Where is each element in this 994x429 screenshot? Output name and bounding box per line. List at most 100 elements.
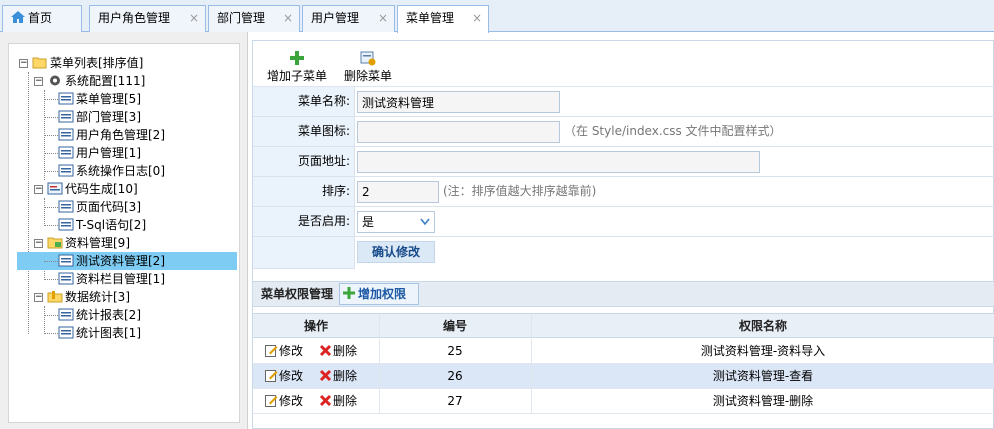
tree-guide	[44, 171, 58, 172]
tree-label: 测试资料管理[2]	[76, 254, 165, 268]
add-child-menu-label: 增加子菜单	[266, 69, 327, 83]
table-row: 修改 删除 25 测试资料管理-资料导入	[253, 339, 994, 364]
enabled-select-value: 是	[362, 215, 375, 229]
delete-icon	[319, 369, 332, 382]
add-permission-button[interactable]: 增加权限	[339, 283, 419, 305]
tab-user[interactable]: 用户管理 ×	[302, 5, 395, 32]
delete-link[interactable]: 删除	[319, 389, 357, 413]
delete-icon	[319, 344, 332, 357]
edit-link[interactable]: 修改	[265, 339, 303, 363]
page-icon	[58, 92, 74, 105]
page-icon	[58, 128, 74, 141]
delete-link[interactable]: 删除	[319, 339, 357, 363]
edit-label: 修改	[279, 394, 304, 408]
tree-guide	[44, 306, 45, 334]
tree-label: 资料栏目管理[1]	[76, 272, 165, 286]
permission-id: 27	[447, 394, 463, 408]
tree-node-group[interactable]: − 数据统计[3]	[31, 288, 231, 306]
tab-menu[interactable]: 菜单管理 ×	[397, 5, 489, 33]
page-url-input[interactable]	[357, 151, 760, 173]
tree-label: 菜单列表[排序值]	[50, 56, 144, 70]
collapse-icon[interactable]: −	[34, 185, 43, 194]
add-child-menu-button[interactable]: 增加子菜单	[265, 49, 329, 84]
tree-guide	[44, 207, 58, 208]
tree-node-group[interactable]: − 资料管理[9]	[31, 234, 231, 252]
add-permission-label: 增加权限	[358, 287, 407, 301]
edit-icon	[265, 345, 278, 357]
tree-node-leaf[interactable]: 菜单管理[5]	[44, 90, 237, 108]
tab-label: 菜单管理	[406, 11, 455, 25]
tree-label: 统计报表[2]	[76, 308, 141, 322]
permission-header: 菜单权限管理 增加权限	[253, 281, 994, 307]
delete-menu-button[interactable]: 删除菜单	[341, 49, 395, 84]
tree-node-leaf[interactable]: T-Sql语句[2]	[44, 216, 237, 234]
tree-guide	[44, 225, 58, 226]
delete-label: 删除	[333, 344, 358, 358]
tree-node-leaf[interactable]: 统计报表[2]	[44, 306, 237, 324]
confirm-edit-button[interactable]: 确认修改	[357, 241, 435, 263]
close-icon[interactable]: ×	[283, 6, 293, 31]
tab-user-role[interactable]: 用户角色管理 ×	[89, 5, 206, 32]
menu-icon-hint: （在 Style/index.css 文件中配置样式）	[564, 124, 782, 138]
tree-label: 系统操作日志[0]	[76, 164, 165, 178]
chart-folder-icon	[47, 291, 63, 303]
page-icon	[58, 164, 74, 177]
edit-link[interactable]: 修改	[265, 364, 303, 388]
tree-label: 资料管理[9]	[65, 236, 130, 250]
form-row-name: 菜单名称:	[253, 87, 994, 117]
tree-guide	[44, 261, 58, 262]
menu-icon-label: 菜单图标:	[253, 117, 355, 146]
collapse-icon[interactable]: −	[34, 239, 43, 248]
tree-node-root[interactable]: − 菜单列表[排序值]	[15, 54, 215, 72]
toolbar: 增加子菜单 删除菜单	[253, 41, 994, 87]
close-icon[interactable]: ×	[378, 6, 388, 31]
tree-node-leaf[interactable]: 部门管理[3]	[44, 108, 237, 126]
enabled-select[interactable]: 是	[357, 211, 435, 233]
tab-department[interactable]: 部门管理 ×	[208, 5, 300, 32]
form-row-sort: 排序: (注：排序值越大排序越靠前)	[253, 177, 994, 207]
tab-home[interactable]: 首页	[2, 5, 82, 32]
tree-label: 用户管理[1]	[76, 146, 141, 160]
edit-link[interactable]: 修改	[265, 389, 303, 413]
tree-guide	[44, 153, 58, 154]
plus-icon	[343, 287, 355, 299]
tree-guide	[44, 198, 45, 226]
tree-node-leaf-selected[interactable]: 测试资料管理[2]	[17, 252, 237, 270]
permission-name: 测试资料管理-删除	[712, 394, 814, 408]
tree-label: 数据统计[3]	[65, 290, 130, 304]
edit-label: 修改	[279, 369, 304, 383]
menu-icon-input[interactable]	[357, 121, 560, 143]
tree-node-leaf[interactable]: 统计图表[1]	[44, 324, 237, 342]
tab-label: 用户管理	[311, 11, 360, 25]
tree-node-leaf[interactable]: 页面代码[3]	[44, 198, 237, 216]
close-icon[interactable]: ×	[472, 6, 482, 31]
page-icon	[58, 308, 74, 321]
column-header: 编号	[442, 319, 467, 333]
tree-node-group[interactable]: − 代码生成[10]	[31, 180, 231, 198]
form-row-icon: 菜单图标: （在 Style/index.css 文件中配置样式）	[253, 117, 994, 147]
delete-label: 删除	[333, 394, 358, 408]
permission-table-header: 操作 编号 权限名称	[253, 313, 994, 338]
tab-label: 用户角色管理	[98, 11, 171, 25]
collapse-icon[interactable]: −	[34, 293, 43, 302]
close-icon[interactable]: ×	[189, 6, 199, 31]
delete-menu-label: 删除菜单	[343, 69, 392, 83]
menu-name-input[interactable]	[357, 91, 560, 113]
collapse-icon[interactable]: −	[19, 59, 28, 68]
menu-tree: − 菜单列表[排序值] − 系统配置[111] 菜单管理[5] 部门管理[3] …	[8, 43, 240, 423]
tab-label: 首页	[28, 11, 53, 25]
tree-node-leaf[interactable]: 用户管理[1]	[44, 144, 237, 162]
tree-node-leaf[interactable]: 系统操作日志[0]	[44, 162, 237, 180]
delete-link[interactable]: 删除	[319, 364, 357, 388]
page-url-label: 页面地址:	[253, 147, 355, 176]
page-icon	[58, 110, 74, 123]
tree-label: 代码生成[10]	[65, 182, 138, 196]
tree-node-group[interactable]: − 系统配置[111]	[31, 72, 231, 90]
tree-node-leaf[interactable]: 用户角色管理[2]	[44, 126, 237, 144]
home-icon	[11, 11, 25, 23]
collapse-icon[interactable]: −	[34, 77, 43, 86]
sort-input[interactable]	[357, 181, 439, 203]
page-icon	[58, 326, 74, 339]
tree-node-leaf[interactable]: 资料栏目管理[1]	[44, 270, 237, 288]
plus-icon	[290, 51, 304, 65]
